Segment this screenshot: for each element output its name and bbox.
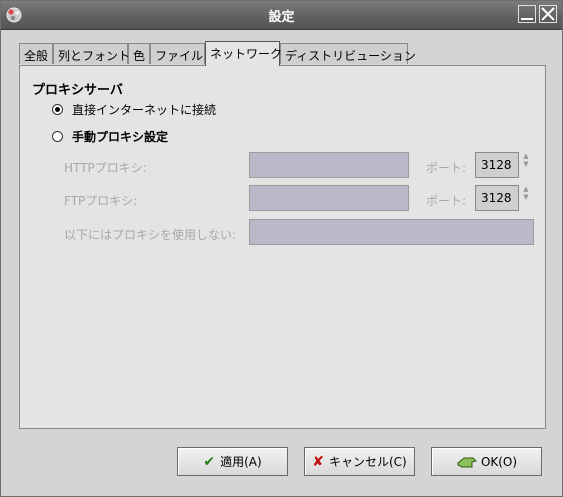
ok-hand-icon [457, 457, 477, 467]
window-title: 設定 [268, 10, 295, 25]
minimize-icon [521, 18, 533, 20]
http-port-label: ポート: [426, 161, 467, 175]
ftp-port-input[interactable]: 3128 [475, 185, 519, 211]
minimize-button[interactable] [518, 5, 536, 23]
tab-general[interactable]: 全般 [19, 43, 53, 64]
ftp-proxy-label: FTPプロキシ: [64, 194, 138, 208]
http-proxy-label: HTTPプロキシ: [64, 161, 147, 175]
title-bar[interactable]: 設定 [1, 1, 562, 30]
tab-columns-fonts[interactable]: 列とフォント [53, 43, 130, 64]
ftp-port-label: ポート: [426, 194, 467, 208]
ftp-proxy-input[interactable] [249, 185, 409, 211]
radio-direct-connection[interactable]: 直接インターネットに接続 [52, 101, 216, 118]
settings-window: 設定 全般 列とフォント 色 ファイル ネットワーク ディストリビューション プ… [0, 0, 563, 497]
radio-button-checked[interactable] [52, 104, 63, 115]
cancel-button-label: キャンセル(C) [328, 455, 407, 469]
proxy-section-title: プロキシサーバ [32, 83, 123, 98]
close-icon [541, 7, 555, 21]
radio-manual-label: 手動プロキシ設定 [72, 130, 169, 144]
tab-distribution[interactable]: ディストリビューション [280, 43, 416, 64]
checkmark-icon: ✔ [203, 453, 216, 470]
tab-network[interactable]: ネットワーク [205, 41, 282, 66]
close-button[interactable] [539, 5, 557, 23]
http-port-input[interactable]: 3128 [475, 152, 519, 178]
ok-button-label: OK(O) [480, 454, 518, 469]
radio-manual-proxy[interactable]: 手動プロキシ設定 [52, 128, 168, 145]
radio-direct-label: 直接インターネットに接続 [72, 103, 217, 117]
apply-button-label: 適用(A) [220, 455, 262, 469]
x-mark-icon: ✘ [312, 453, 324, 470]
tab-files[interactable]: ファイル [150, 43, 205, 64]
radio-button-unchecked[interactable] [52, 131, 63, 142]
cancel-button[interactable]: ✘ キャンセル(C) [304, 447, 415, 476]
tab-colors[interactable]: 色 [128, 43, 150, 64]
network-panel: プロキシサーバ 直接インターネットに接続 手動プロキシ設定 HTTPプロキシ: … [19, 65, 546, 429]
apply-button[interactable]: ✔ 適用(A) [177, 447, 288, 476]
ftp-port-spinner[interactable]: ▲ ▼ [522, 185, 530, 211]
http-port-spinner[interactable]: ▲ ▼ [522, 152, 530, 178]
no-proxy-input[interactable] [249, 219, 534, 245]
ok-button[interactable]: OK(O) [431, 447, 542, 476]
http-proxy-input[interactable] [249, 152, 409, 178]
no-proxy-label: 以下にはプロキシを使用しない: [64, 228, 237, 242]
